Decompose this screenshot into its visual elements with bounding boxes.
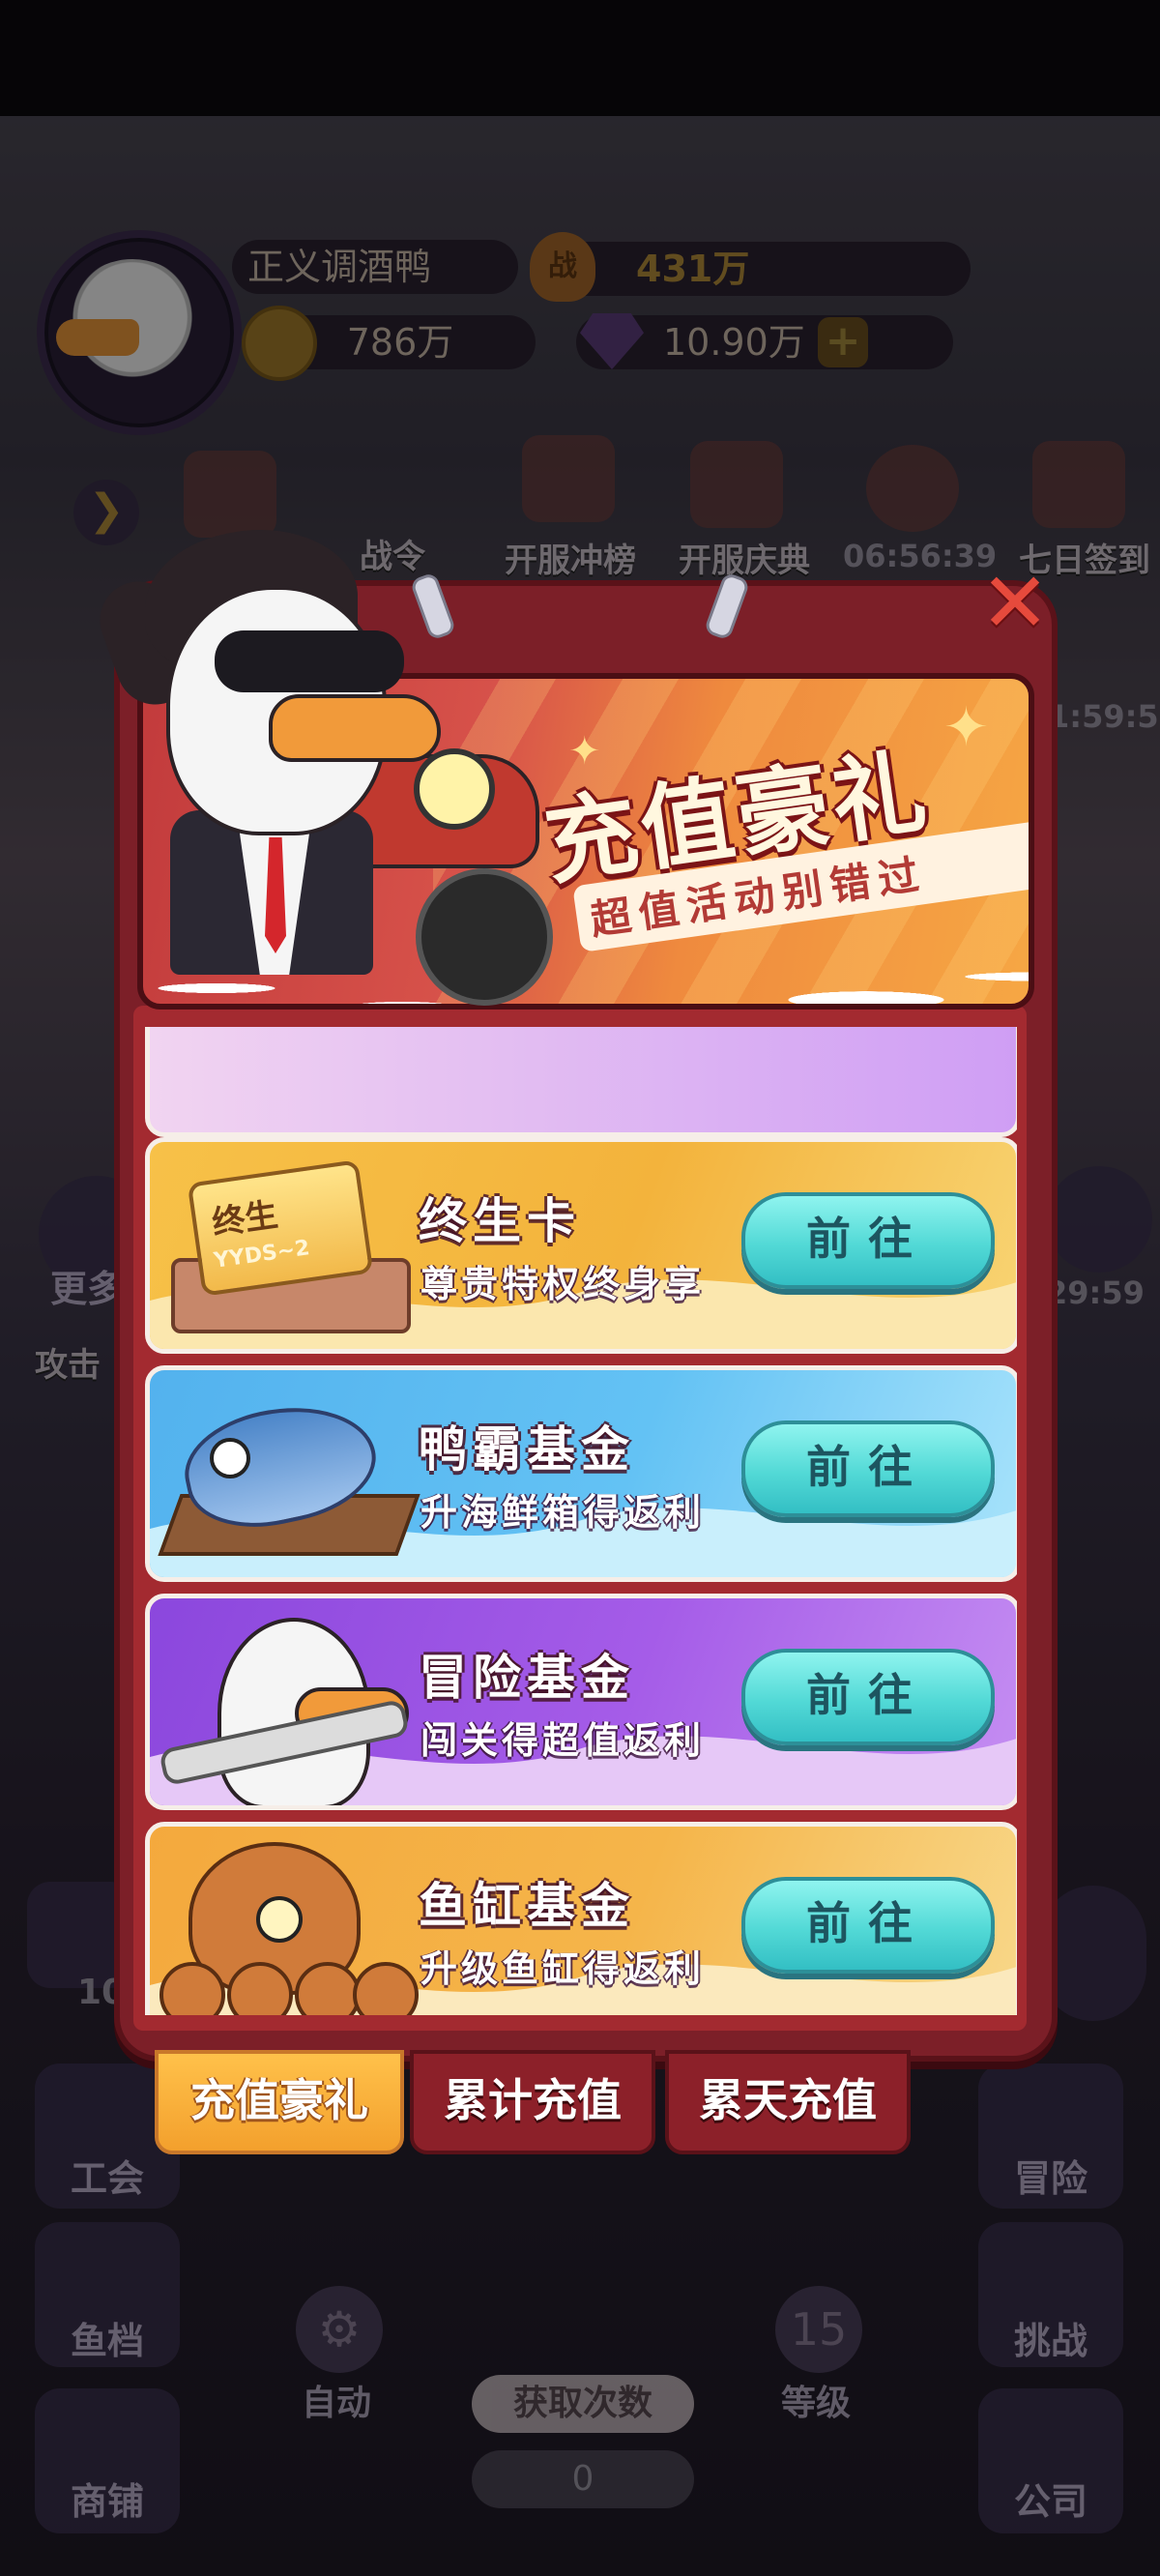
card-subtitle: 闯关得超值返利 (420, 1719, 706, 1762)
adventure-fund-item[interactable]: 冒险基金 闯关得超值返利 前往 (145, 1594, 1017, 1810)
card-title: 终生卡 (419, 1193, 581, 1249)
card-subtitle: 尊贵特权终身享 (420, 1263, 706, 1305)
card-title: 鸭霸基金 (419, 1421, 635, 1478)
motorcycle-headlight (414, 748, 495, 830)
tab-daily-recharge[interactable]: 累天充值 (665, 2050, 911, 2154)
sparkle-icon-small: ✦ (568, 729, 601, 774)
go-button-adventure-fund[interactable]: 前往 (741, 1649, 995, 1745)
sunglasses-icon (215, 630, 404, 692)
card-subtitle: 升海鲜箱得返利 (420, 1491, 706, 1534)
list-item-partial (145, 1027, 1017, 1137)
close-button[interactable]: ✕ (978, 562, 1052, 645)
ticket-text: 终生 (210, 1195, 280, 1244)
tab-cumulative-recharge[interactable]: 累计充值 (410, 2050, 655, 2154)
card-subtitle: 升级鱼缸得返利 (420, 1947, 706, 1990)
motorcycle-wheel (416, 868, 553, 1006)
tab-recharge-gift[interactable]: 充值豪礼 (155, 2050, 404, 2154)
duck-fund-item[interactable]: 鸭霸基金 升海鲜箱得返利 前往 (145, 1365, 1017, 1582)
card-title: 鱼缸基金 (419, 1878, 635, 1934)
fish-tank-fund-item[interactable]: 鱼缸基金 升级鱼缸得返利 前往 (145, 1822, 1017, 2015)
go-button-fish-tank-fund[interactable]: 前往 (741, 1877, 995, 1974)
lifetime-card-item[interactable]: 终生 YYDS~2 终生卡 尊贵特权终身享 前往 (145, 1137, 1017, 1354)
go-button-duck-fund[interactable]: 前往 (741, 1420, 995, 1517)
sparkle-icon: ✦ (943, 696, 989, 759)
status-bar (0, 0, 1160, 116)
fish-eye (210, 1438, 250, 1478)
octopus-eye (256, 1896, 303, 1943)
card-title: 冒险基金 (419, 1650, 635, 1706)
mascot-beak (269, 694, 441, 762)
go-button-lifetime[interactable]: 前往 (741, 1192, 995, 1289)
reward-list[interactable]: 终生 YYDS~2 终生卡 尊贵特权终身享 前往 鸭霸基金 升海鲜箱得返利 前往… (143, 1027, 1017, 2015)
